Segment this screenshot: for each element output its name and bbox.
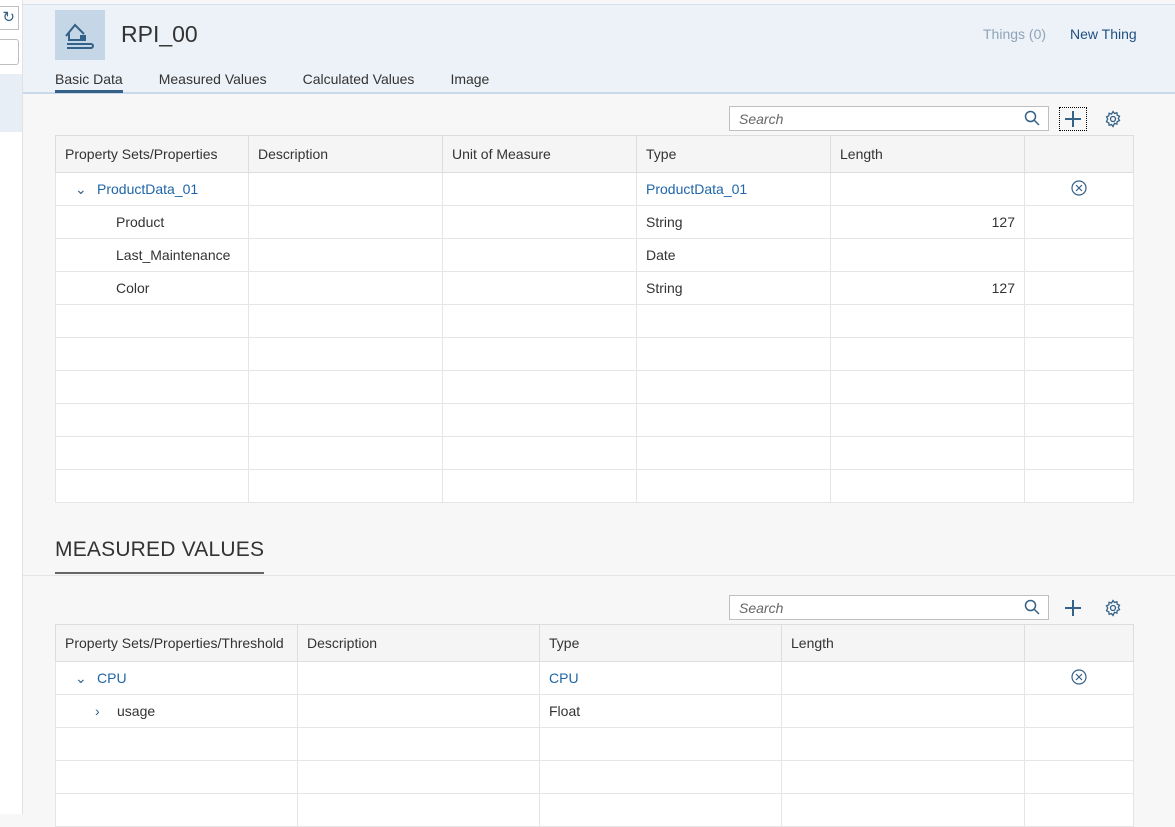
length-cell: 127 <box>830 271 1025 305</box>
search-placeholder: Search <box>739 600 784 616</box>
length-cell <box>830 238 1025 272</box>
unit-cell <box>442 205 637 239</box>
basic-data-table: Property Sets/Properties Description Uni… <box>55 135 1134 503</box>
page-title: RPI_00 <box>121 21 198 47</box>
empty-row <box>55 337 1134 371</box>
col-header[interactable]: Property Sets/Properties/Threshold <box>55 624 298 662</box>
length-cell <box>781 661 1025 695</box>
tab-measured-values[interactable]: Measured Values <box>159 71 267 93</box>
table-row[interactable]: › usage Float <box>55 694 1134 728</box>
col-header[interactable]: Length <box>781 624 1025 662</box>
selected-list-item[interactable] <box>0 74 22 132</box>
unit-cell <box>442 238 637 272</box>
empty-row <box>55 727 1134 761</box>
section-title: MEASURED VALUES <box>55 538 265 574</box>
description-cell <box>248 172 443 206</box>
table-row[interactable]: ⌄ CPU CPU <box>55 661 1134 695</box>
col-header[interactable]: Type <box>539 624 782 662</box>
plus-icon <box>1065 111 1081 127</box>
col-header[interactable]: Length <box>830 135 1025 173</box>
property-name: Product <box>55 205 249 239</box>
tab-calculated-values[interactable]: Calculated Values <box>303 71 415 93</box>
col-header[interactable]: Description <box>297 624 540 662</box>
empty-row <box>55 469 1134 503</box>
table-row[interactable]: Product String 127 <box>55 205 1134 239</box>
object-header: RPI_00 Things (0) New Thing Basic Data M… <box>23 4 1175 94</box>
tab-basic-data[interactable]: Basic Data <box>55 71 123 93</box>
new-thing-link[interactable]: New Thing <box>1070 26 1137 42</box>
col-header[interactable]: Type <box>636 135 831 173</box>
refresh-icon: ↻ <box>2 9 15 26</box>
measured-values-table: Property Sets/Properties/Threshold Descr… <box>55 624 1134 827</box>
measured-search-input[interactable]: Search <box>729 595 1049 620</box>
description-cell <box>248 238 443 272</box>
settings-button[interactable] <box>1099 107 1127 131</box>
empty-row <box>55 304 1134 338</box>
description-cell <box>297 661 540 695</box>
unit-cell <box>442 271 637 305</box>
chevron-down-icon[interactable]: ⌄ <box>75 181 89 198</box>
description-cell <box>297 694 540 728</box>
left-panel: ↻ <box>0 0 23 814</box>
delete-icon[interactable] <box>1071 179 1087 196</box>
type-cell: Date <box>636 238 831 272</box>
search-placeholder: Search <box>739 111 784 127</box>
thing-icon <box>55 10 105 60</box>
empty-row <box>55 436 1134 470</box>
table-row[interactable]: ⌄ ProductData_01 ProductData_01 <box>55 172 1134 206</box>
delete-icon[interactable] <box>1071 668 1087 685</box>
things-link[interactable]: Things (0) <box>983 26 1046 42</box>
section-divider <box>23 575 1175 576</box>
col-header[interactable]: Description <box>248 135 443 173</box>
basic-search-input[interactable]: Search <box>729 106 1049 131</box>
col-header[interactable]: Unit of Measure <box>442 135 637 173</box>
length-cell <box>781 694 1025 728</box>
gear-icon <box>1105 599 1121 617</box>
tab-image[interactable]: Image <box>450 71 489 93</box>
left-input[interactable] <box>0 39 19 65</box>
length-cell <box>830 172 1025 206</box>
property-name: Color <box>55 271 249 305</box>
empty-row <box>55 370 1134 404</box>
gear-icon <box>1105 110 1121 128</box>
empty-row <box>55 793 1134 827</box>
table-row[interactable]: Color String 127 <box>55 271 1134 305</box>
empty-row <box>55 760 1134 794</box>
length-cell: 127 <box>830 205 1025 239</box>
col-header[interactable]: Property Sets/Properties <box>55 135 249 173</box>
settings-button[interactable] <box>1099 596 1127 620</box>
unit-cell <box>442 172 637 206</box>
description-cell <box>248 205 443 239</box>
add-button[interactable] <box>1059 107 1087 131</box>
chevron-down-icon[interactable]: ⌄ <box>75 670 89 687</box>
refresh-button[interactable]: ↻ <box>0 6 19 30</box>
search-icon[interactable] <box>1024 110 1040 126</box>
type-cell: String <box>636 205 831 239</box>
description-cell <box>248 271 443 305</box>
property-name: usage <box>117 703 156 719</box>
empty-row <box>55 403 1134 437</box>
plus-icon <box>1065 600 1081 616</box>
property-set-name[interactable]: ProductData_01 <box>97 181 198 197</box>
property-set-name[interactable]: CPU <box>97 670 127 686</box>
add-measured-button[interactable] <box>1059 596 1087 620</box>
type-link[interactable]: ProductData_01 <box>646 181 747 197</box>
chevron-right-icon[interactable]: › <box>95 703 109 719</box>
table-row[interactable]: Last_Maintenance Date <box>55 238 1134 272</box>
col-header <box>1024 624 1134 662</box>
type-cell: String <box>636 271 831 305</box>
col-header <box>1024 135 1134 173</box>
type-cell: Float <box>539 694 782 728</box>
property-name: Last_Maintenance <box>55 238 249 272</box>
type-link[interactable]: CPU <box>549 670 579 686</box>
search-icon[interactable] <box>1024 599 1040 615</box>
